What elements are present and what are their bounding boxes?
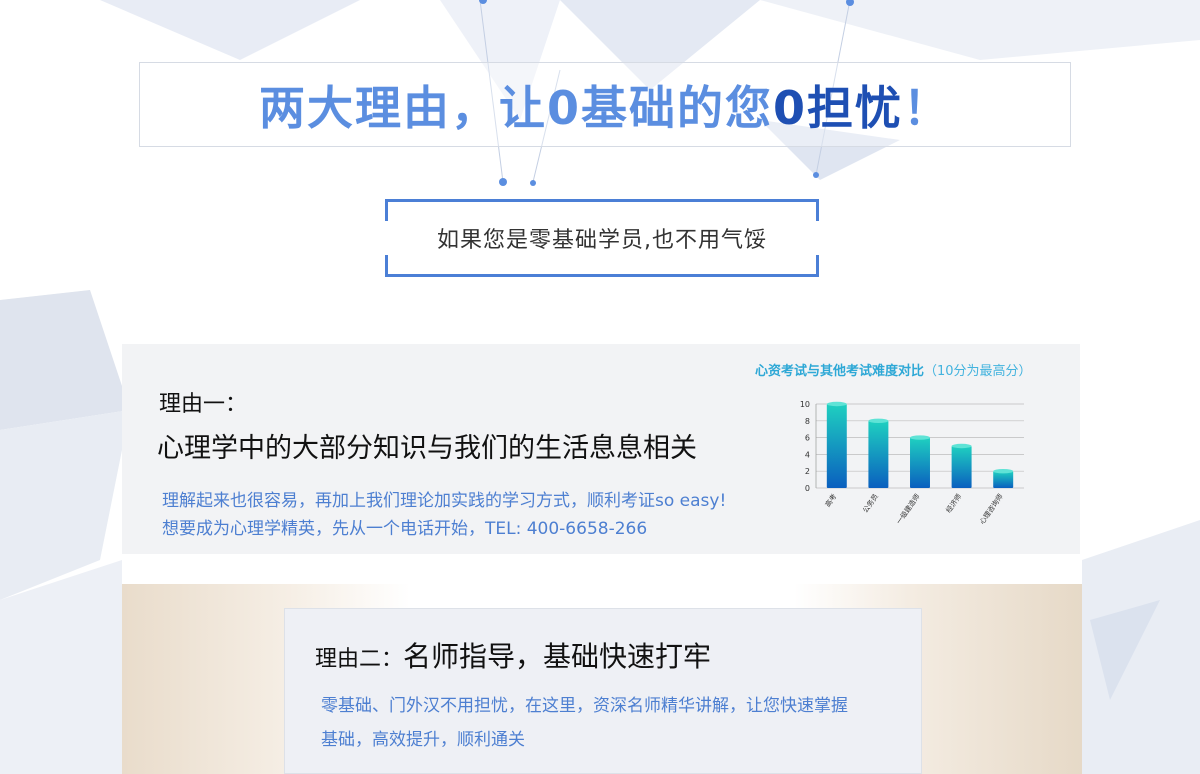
reason-two-card: 理由二：名师指导，基础快速打牢 零基础、门外汉不用担忧，在这里，资深名师精华讲解… <box>284 608 922 774</box>
chart-x-tick-label: 公务员 <box>861 492 880 514</box>
headline-text: 两大理由，让0基础的您 <box>258 80 773 135</box>
chart-bar-cap <box>910 435 930 440</box>
chart-y-tick-label: 6 <box>805 434 810 443</box>
reason-two-title: 名师指导，基础快速打牢 <box>403 640 712 673</box>
chart-y-tick-label: 4 <box>805 450 810 459</box>
chart-bar <box>910 437 930 488</box>
reason-two-label: 理由二： <box>315 647 404 672</box>
chart-x-tick-label: 高考 <box>823 492 838 509</box>
chart-y-tick-label: 2 <box>805 467 810 476</box>
chart-bar <box>826 404 847 488</box>
chart-bar <box>951 446 972 488</box>
chart-x-tick-label: 经济师 <box>944 492 963 514</box>
chart-x-tick-label: 一级建造师 <box>894 492 921 526</box>
headline: 两大理由，让0基础的您0担忧！ <box>259 72 951 138</box>
reason-one-panel: 理由一： 心理学中的大部分知识与我们的生活息息相关 理解起来也很容易，再加上我们… <box>122 344 1080 554</box>
subheading: 如果您是零基础学员,也不用气馁 <box>437 228 767 253</box>
difficulty-bar-chart: 0 2 4 6 8 10 高考 公务员 一级建造师 经济师 心理咨询师 <box>800 400 1024 526</box>
headline-banner: 两大理由，让0基础的您0担忧！ <box>139 62 1071 147</box>
chart-bar-cap <box>951 443 972 449</box>
chart-title-text: 心资考试与其他考试难度对比 <box>755 364 925 379</box>
reason-two-heading: 理由二：名师指导，基础快速打牢 <box>315 635 711 675</box>
chart-y-tick-label: 0 <box>805 484 810 493</box>
chart-bar <box>868 420 889 488</box>
subheading-box: 如果您是零基础学员,也不用气馁 <box>385 199 819 277</box>
reason-one-contact: 想要成为心理学精英，先从一个电话开始，TEL: 400-6658-266 <box>162 519 648 539</box>
reason-one-title: 心理学中的大部分知识与我们的生活息息相关 <box>157 433 697 464</box>
chart-title: 心资考试与其他考试难度对比（10分为最高分） <box>755 360 1032 379</box>
chart-y-tick-label: 10 <box>800 400 810 409</box>
chart-bar-cap <box>993 469 1014 474</box>
chart-bar-cap <box>868 418 889 423</box>
reason-two-description-cont: 基础，高效提升，顺利通关 <box>321 730 525 750</box>
headline-strong: 0担忧 <box>773 80 904 135</box>
reason-one-description: 理解起来也很容易，再加上我们理论加实践的学习方式，顺利考证so easy! <box>162 491 727 511</box>
chart-x-tick-label: 心理咨询师 <box>977 492 1004 526</box>
chart-bar-cap <box>826 401 847 407</box>
reason-two-section: 理由二：名师指导，基础快速打牢 零基础、门外汉不用担忧，在这里，资深名师精华讲解… <box>122 584 1082 774</box>
reason-two-description: 零基础、门外汉不用担忧，在这里，资深名师精华讲解，让您快速掌握 <box>321 696 848 716</box>
reason-one-label: 理由一： <box>159 392 248 417</box>
chart-y-tick-label: 8 <box>805 417 810 426</box>
chart-bar <box>993 471 1014 488</box>
headline-end: ！ <box>903 80 952 135</box>
chart-note: （10分为最高分） <box>924 364 1032 379</box>
